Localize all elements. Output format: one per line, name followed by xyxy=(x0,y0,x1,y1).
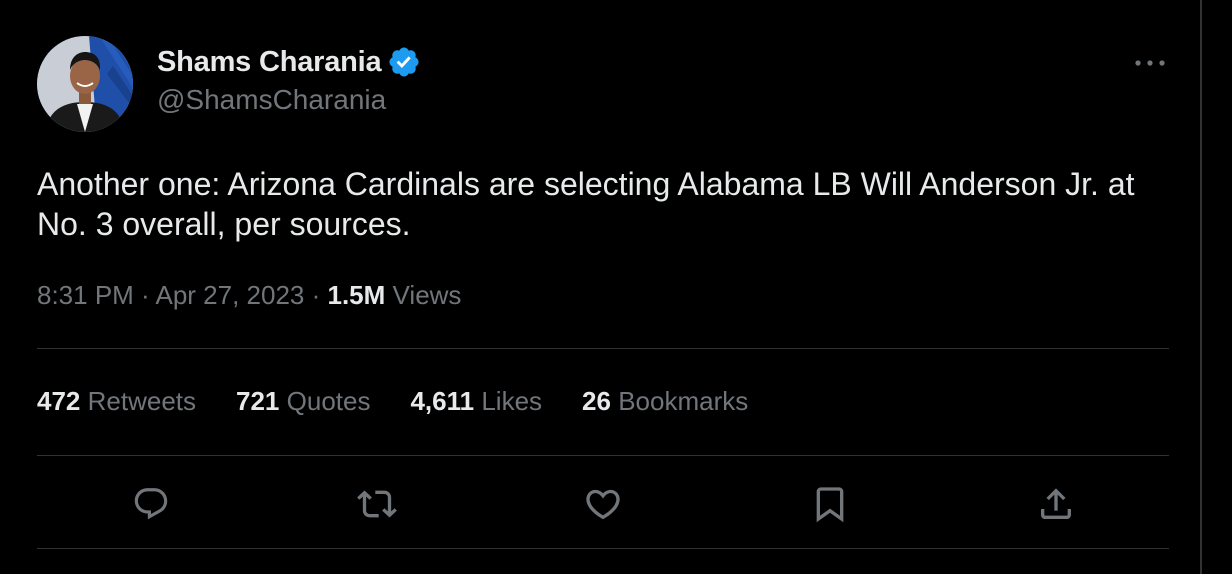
tweet-date[interactable]: Apr 27, 2023 xyxy=(156,280,305,310)
like-button[interactable] xyxy=(579,480,627,528)
likes-label: Likes xyxy=(481,386,543,416)
retweet-icon xyxy=(357,490,397,518)
meta-separator: · xyxy=(133,280,156,310)
author-handle[interactable]: @ShamsCharania xyxy=(157,84,386,116)
avatar-photo xyxy=(37,36,133,132)
bookmark-button[interactable] xyxy=(806,480,854,528)
bookmarks-count: 26 xyxy=(582,386,611,416)
author-display-name[interactable]: Shams Charania xyxy=(157,46,382,79)
quotes-stat[interactable]: 721 Quotes xyxy=(236,386,370,417)
divider xyxy=(37,455,1169,456)
more-options-button[interactable] xyxy=(1128,48,1172,78)
views-label: Views xyxy=(392,280,462,310)
meta-separator: · xyxy=(304,280,328,310)
tweet-meta: 8:31 PM · Apr 27, 2023 · 1.5M Views xyxy=(37,280,461,311)
timeline-border xyxy=(1200,0,1202,574)
retweets-count: 472 xyxy=(37,386,81,416)
retweet-button[interactable] xyxy=(353,480,401,528)
bookmarks-stat[interactable]: 26 Bookmarks xyxy=(582,386,748,417)
author-name-row[interactable]: Shams Charania xyxy=(157,44,421,80)
retweets-label: Retweets xyxy=(87,386,197,416)
quotes-label: Quotes xyxy=(286,386,371,416)
retweets-stat[interactable]: 472 Retweets xyxy=(37,386,196,417)
bookmarks-label: Bookmarks xyxy=(618,386,749,416)
likes-count: 4,611 xyxy=(410,386,475,416)
more-dots-icon xyxy=(1135,60,1165,66)
share-icon xyxy=(1041,488,1071,519)
reply-icon xyxy=(134,488,168,520)
tweet-time[interactable]: 8:31 PM xyxy=(37,280,134,310)
quotes-count: 721 xyxy=(236,386,280,416)
share-button[interactable] xyxy=(1032,480,1080,528)
divider xyxy=(37,348,1169,349)
divider xyxy=(37,548,1169,549)
tweet-text: Another one: Arizona Cardinals are selec… xyxy=(37,166,1135,242)
avatar[interactable] xyxy=(37,36,133,132)
verified-badge-icon[interactable] xyxy=(387,45,421,79)
reply-button[interactable] xyxy=(127,480,175,528)
bookmark-icon xyxy=(816,487,844,523)
views-count: 1.5M xyxy=(327,280,386,310)
like-icon xyxy=(586,489,620,520)
engagement-stats: 472 Retweets 721 Quotes 4,611 Likes 26 B… xyxy=(37,386,788,417)
likes-stat[interactable]: 4,611 Likes xyxy=(410,386,542,417)
